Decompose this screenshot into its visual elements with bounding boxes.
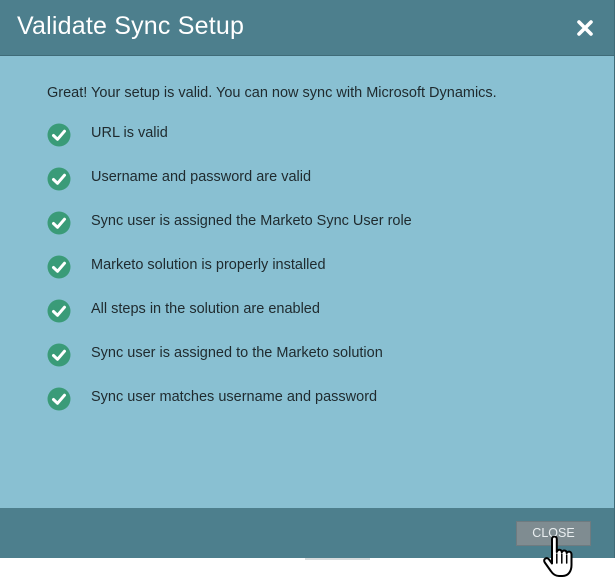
check-item: All steps in the solution are enabled bbox=[47, 299, 567, 323]
dialog-body: Great! Your setup is valid. You can now … bbox=[0, 56, 614, 508]
check-item: Marketo solution is properly installed bbox=[47, 255, 567, 279]
check-item: URL is valid bbox=[47, 123, 567, 147]
check-label: Sync user matches username and password bbox=[91, 389, 378, 405]
check-item: Sync user is assigned to the Marketo sol… bbox=[47, 343, 567, 367]
check-label: All steps in the solution are enabled bbox=[91, 301, 320, 317]
check-item: Username and password are valid bbox=[47, 167, 567, 191]
check-circle-icon bbox=[47, 299, 71, 323]
divider bbox=[305, 558, 370, 560]
check-circle-icon bbox=[47, 211, 71, 235]
check-label: Marketo solution is properly installed bbox=[91, 257, 326, 273]
close-button[interactable]: CLOSE bbox=[516, 521, 591, 546]
check-label: Sync user is assigned to the Marketo sol… bbox=[91, 345, 383, 361]
dialog-title: Validate Sync Setup bbox=[17, 12, 245, 40]
check-circle-icon bbox=[47, 387, 71, 411]
validation-message: Great! Your setup is valid. You can now … bbox=[47, 85, 497, 101]
check-label: URL is valid bbox=[91, 125, 168, 141]
check-circle-icon bbox=[47, 123, 71, 147]
page-background bbox=[0, 558, 615, 580]
check-circle-icon bbox=[47, 167, 71, 191]
check-item: Sync user is assigned the Marketo Sync U… bbox=[47, 211, 567, 235]
dialog-header: Validate Sync Setup bbox=[0, 0, 614, 56]
check-label: Username and password are valid bbox=[91, 169, 312, 185]
validate-sync-dialog: Validate Sync Setup Great! Your setup is… bbox=[0, 0, 615, 558]
close-x-icon[interactable] bbox=[573, 16, 597, 40]
check-item: Sync user matches username and password bbox=[47, 387, 567, 411]
check-label: Sync user is assigned the Marketo Sync U… bbox=[91, 213, 412, 229]
check-circle-icon bbox=[47, 343, 71, 367]
dialog-footer: CLOSE bbox=[0, 508, 614, 558]
check-circle-icon bbox=[47, 255, 71, 279]
